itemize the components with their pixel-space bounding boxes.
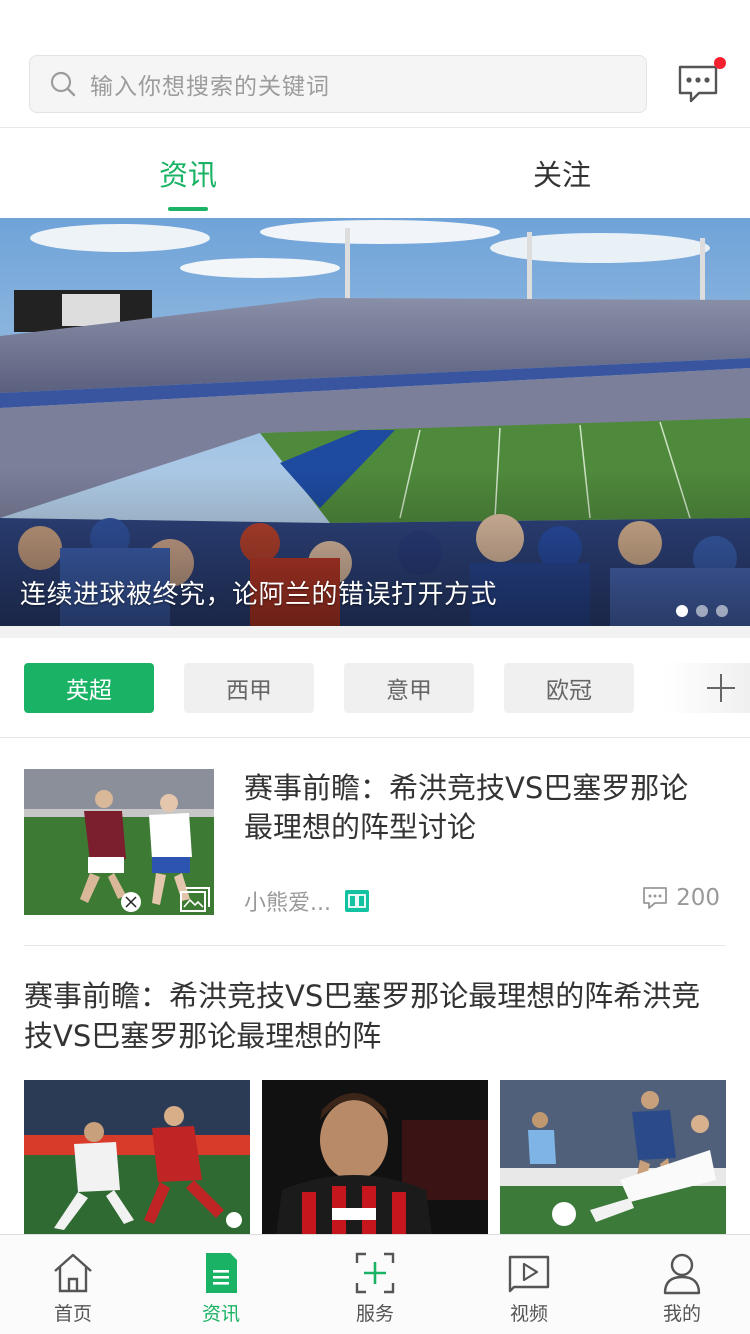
feed-tabs: 资讯 关注: [0, 129, 750, 217]
article-author[interactable]: 小熊爱...: [244, 885, 331, 917]
book-icon: [344, 890, 369, 912]
active-tab-indicator: [168, 207, 208, 211]
section-separator: [0, 626, 750, 638]
carousel-dot[interactable]: [716, 605, 728, 617]
tab-video[interactable]: 视频: [474, 1235, 584, 1334]
list-divider: [24, 945, 726, 946]
top-bar: 输入你想搜索的关键词: [0, 0, 750, 128]
tab-home[interactable]: 首页: [18, 1235, 128, 1334]
soccer-photo: [500, 1080, 726, 1236]
tab-news-bottom[interactable]: 资讯: [166, 1235, 276, 1334]
tab-follow[interactable]: 关注: [487, 129, 637, 217]
video-icon: [508, 1255, 550, 1293]
banner-title[interactable]: 连续进球被终究，论阿兰的错误打开方式: [20, 574, 497, 611]
unread-badge: [714, 57, 726, 69]
carousel-dot[interactable]: [696, 605, 708, 617]
carousel-indicator: [676, 605, 728, 617]
search-icon: [50, 71, 76, 97]
article-image-3[interactable]: [500, 1080, 726, 1236]
home-icon: [54, 1253, 92, 1293]
tab-home-label: 首页: [53, 1303, 92, 1325]
plus-icon: [705, 672, 737, 704]
tab-video-label: 视频: [509, 1303, 548, 1325]
article-thumbnail: [24, 769, 214, 915]
chat-bubble-icon[interactable]: [676, 62, 720, 106]
tab-news-label: 资讯: [201, 1303, 240, 1325]
article-image-2[interactable]: [262, 1080, 488, 1236]
article-item[interactable]: 赛事前瞻：希洪竞技VS巴塞罗那论最理想的阵型讨论 小熊爱... 200: [24, 769, 726, 917]
tab-profile-label: 我的: [662, 1303, 701, 1325]
search-placeholder: 输入你想搜索的关键词: [90, 74, 330, 100]
tab-service-label: 服务: [355, 1303, 394, 1325]
category-chip-premier-league[interactable]: 英超: [24, 663, 154, 713]
banner-carousel[interactable]: [0, 218, 750, 626]
article-title-2[interactable]: 赛事前瞻：希洪竞技VS巴塞罗那论最理想的阵希洪竞技VS巴塞罗那论最理想的阵: [24, 976, 726, 1056]
article-image-1[interactable]: [24, 1080, 250, 1236]
category-chip-champions-league[interactable]: 欧冠: [504, 663, 634, 713]
tab-news[interactable]: 资讯: [113, 129, 263, 217]
article-meta: 小熊爱...: [244, 885, 369, 917]
tab-service[interactable]: 服务: [320, 1235, 430, 1334]
article-comment-count[interactable]: 200: [642, 885, 720, 911]
search-input[interactable]: 输入你想搜索的关键词: [29, 55, 647, 113]
news-icon: [206, 1253, 237, 1293]
article-title[interactable]: 赛事前瞻：希洪竞技VS巴塞罗那论最理想的阵型讨论: [244, 769, 714, 847]
comment-icon: [643, 887, 667, 909]
category-chip-serie-a[interactable]: 意甲: [344, 663, 474, 713]
gallery-icon: [180, 887, 210, 912]
soccer-photo: [24, 1080, 250, 1236]
carousel-dot[interactable]: [676, 605, 688, 617]
soccer-photo: [262, 1080, 488, 1236]
add-category-button[interactable]: [664, 663, 750, 713]
bottom-tab-bar: 首页 资讯 服务 视频 我的: [0, 1234, 750, 1334]
category-chip-la-liga[interactable]: 西甲: [184, 663, 314, 713]
tab-profile[interactable]: 我的: [627, 1235, 737, 1334]
comment-count: 200: [676, 885, 720, 911]
profile-icon: [663, 1253, 701, 1295]
category-bar: 英超 西甲 意甲 欧冠: [0, 638, 750, 738]
service-icon: [355, 1252, 395, 1294]
